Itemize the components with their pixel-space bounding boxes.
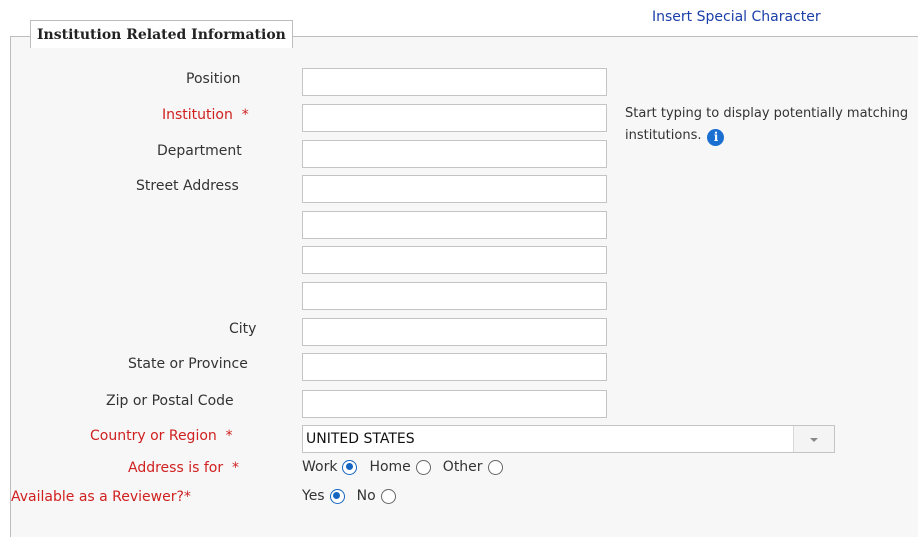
address-for-label: Address is for * — [128, 460, 239, 476]
insert-special-character-link[interactable]: Insert Special Character — [652, 9, 821, 25]
option-label: Work — [302, 459, 338, 475]
radio-work[interactable] — [342, 459, 358, 475]
zip-input[interactable] — [302, 390, 607, 418]
radio-no[interactable] — [380, 488, 396, 504]
country-label: Country or Region * — [90, 428, 233, 444]
institution-hint-text: Start typing to display potentially matc… — [625, 106, 909, 143]
option-label: Home — [369, 459, 411, 475]
institution-label: Institution * — [162, 107, 249, 123]
street-address-line-1[interactable] — [302, 175, 607, 203]
address-for-option-home[interactable]: Home — [369, 459, 436, 475]
street-address-label: Street Address — [136, 178, 239, 194]
city-input[interactable] — [302, 318, 607, 346]
reviewer-radio-group: Yes No — [302, 488, 408, 504]
institution-input[interactable] — [302, 104, 607, 132]
street-address-line-2[interactable] — [302, 211, 607, 239]
reviewer-option-no[interactable]: No — [357, 488, 402, 504]
institution-hint: Start typing to display potentially matc… — [625, 103, 915, 147]
country-selected-value: UNITED STATES — [306, 431, 415, 447]
position-input[interactable] — [302, 68, 607, 96]
option-label: Other — [442, 459, 483, 475]
department-label: Department — [157, 143, 242, 159]
address-for-radio-group: Work Home Other — [302, 459, 515, 475]
department-input[interactable] — [302, 140, 607, 168]
zip-label: Zip or Postal Code — [106, 393, 234, 409]
radio-home[interactable] — [415, 459, 431, 475]
street-address-line-4[interactable] — [302, 282, 607, 310]
address-for-option-work[interactable]: Work — [302, 459, 363, 475]
option-label: No — [356, 488, 376, 504]
reviewer-label: Available as a Reviewer?* — [11, 489, 191, 505]
state-label: State or Province — [128, 356, 248, 372]
info-icon[interactable]: i — [707, 129, 725, 146]
address-for-label-text: Address is for — [128, 460, 224, 476]
position-label: Position — [186, 71, 241, 87]
reviewer-option-yes[interactable]: Yes — [302, 488, 351, 504]
section-legend: Institution Related Information — [30, 20, 293, 48]
option-label: Yes — [302, 488, 325, 504]
country-select[interactable]: UNITED STATES — [302, 425, 835, 453]
country-label-text: Country or Region — [90, 428, 217, 444]
required-marker: * — [232, 460, 239, 476]
institution-label-text: Institution — [162, 107, 233, 123]
radio-yes[interactable] — [329, 488, 345, 504]
state-input[interactable] — [302, 353, 607, 381]
required-marker: * — [225, 428, 233, 444]
chevron-down-icon[interactable] — [793, 426, 834, 452]
radio-other[interactable] — [487, 459, 503, 475]
required-marker: * — [241, 107, 249, 123]
street-address-line-3[interactable] — [302, 246, 607, 274]
address-for-option-other[interactable]: Other — [443, 459, 509, 475]
city-label: City — [229, 321, 257, 337]
